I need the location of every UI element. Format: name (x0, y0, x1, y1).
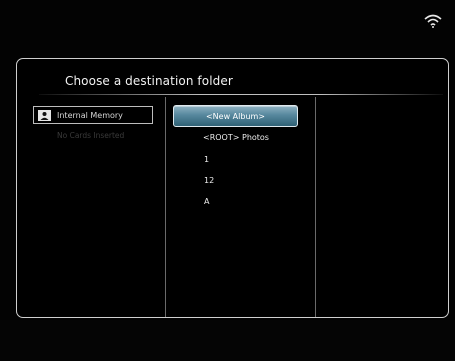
no-cards-inserted-label: No Cards Inserted (57, 131, 125, 140)
title-divider (39, 94, 443, 95)
column-divider-right (315, 97, 316, 317)
folder-item-new-album[interactable]: <New Album> (173, 105, 298, 127)
folder-item-12[interactable]: 12 (204, 176, 214, 185)
destination-folder-dialog: Choose a destination folder Internal Mem… (16, 58, 449, 318)
folder-item-a[interactable]: A (204, 197, 209, 206)
source-internal-memory-label: Internal Memory (57, 110, 123, 120)
column-divider-left (165, 97, 166, 317)
folder-item-1[interactable]: 1 (204, 155, 209, 164)
memory-card-icon (38, 109, 51, 121)
wifi-icon (424, 14, 442, 28)
folder-item-root-photos[interactable]: <ROOT> Photos (203, 133, 269, 142)
bottom-bar (0, 320, 455, 361)
photo-frame-screen: Choose a destination folder Internal Mem… (0, 0, 455, 361)
source-internal-memory[interactable]: Internal Memory (33, 106, 153, 124)
folder-item-new-album-label: <New Album> (205, 111, 266, 121)
dialog-title: Choose a destination folder (65, 74, 233, 88)
